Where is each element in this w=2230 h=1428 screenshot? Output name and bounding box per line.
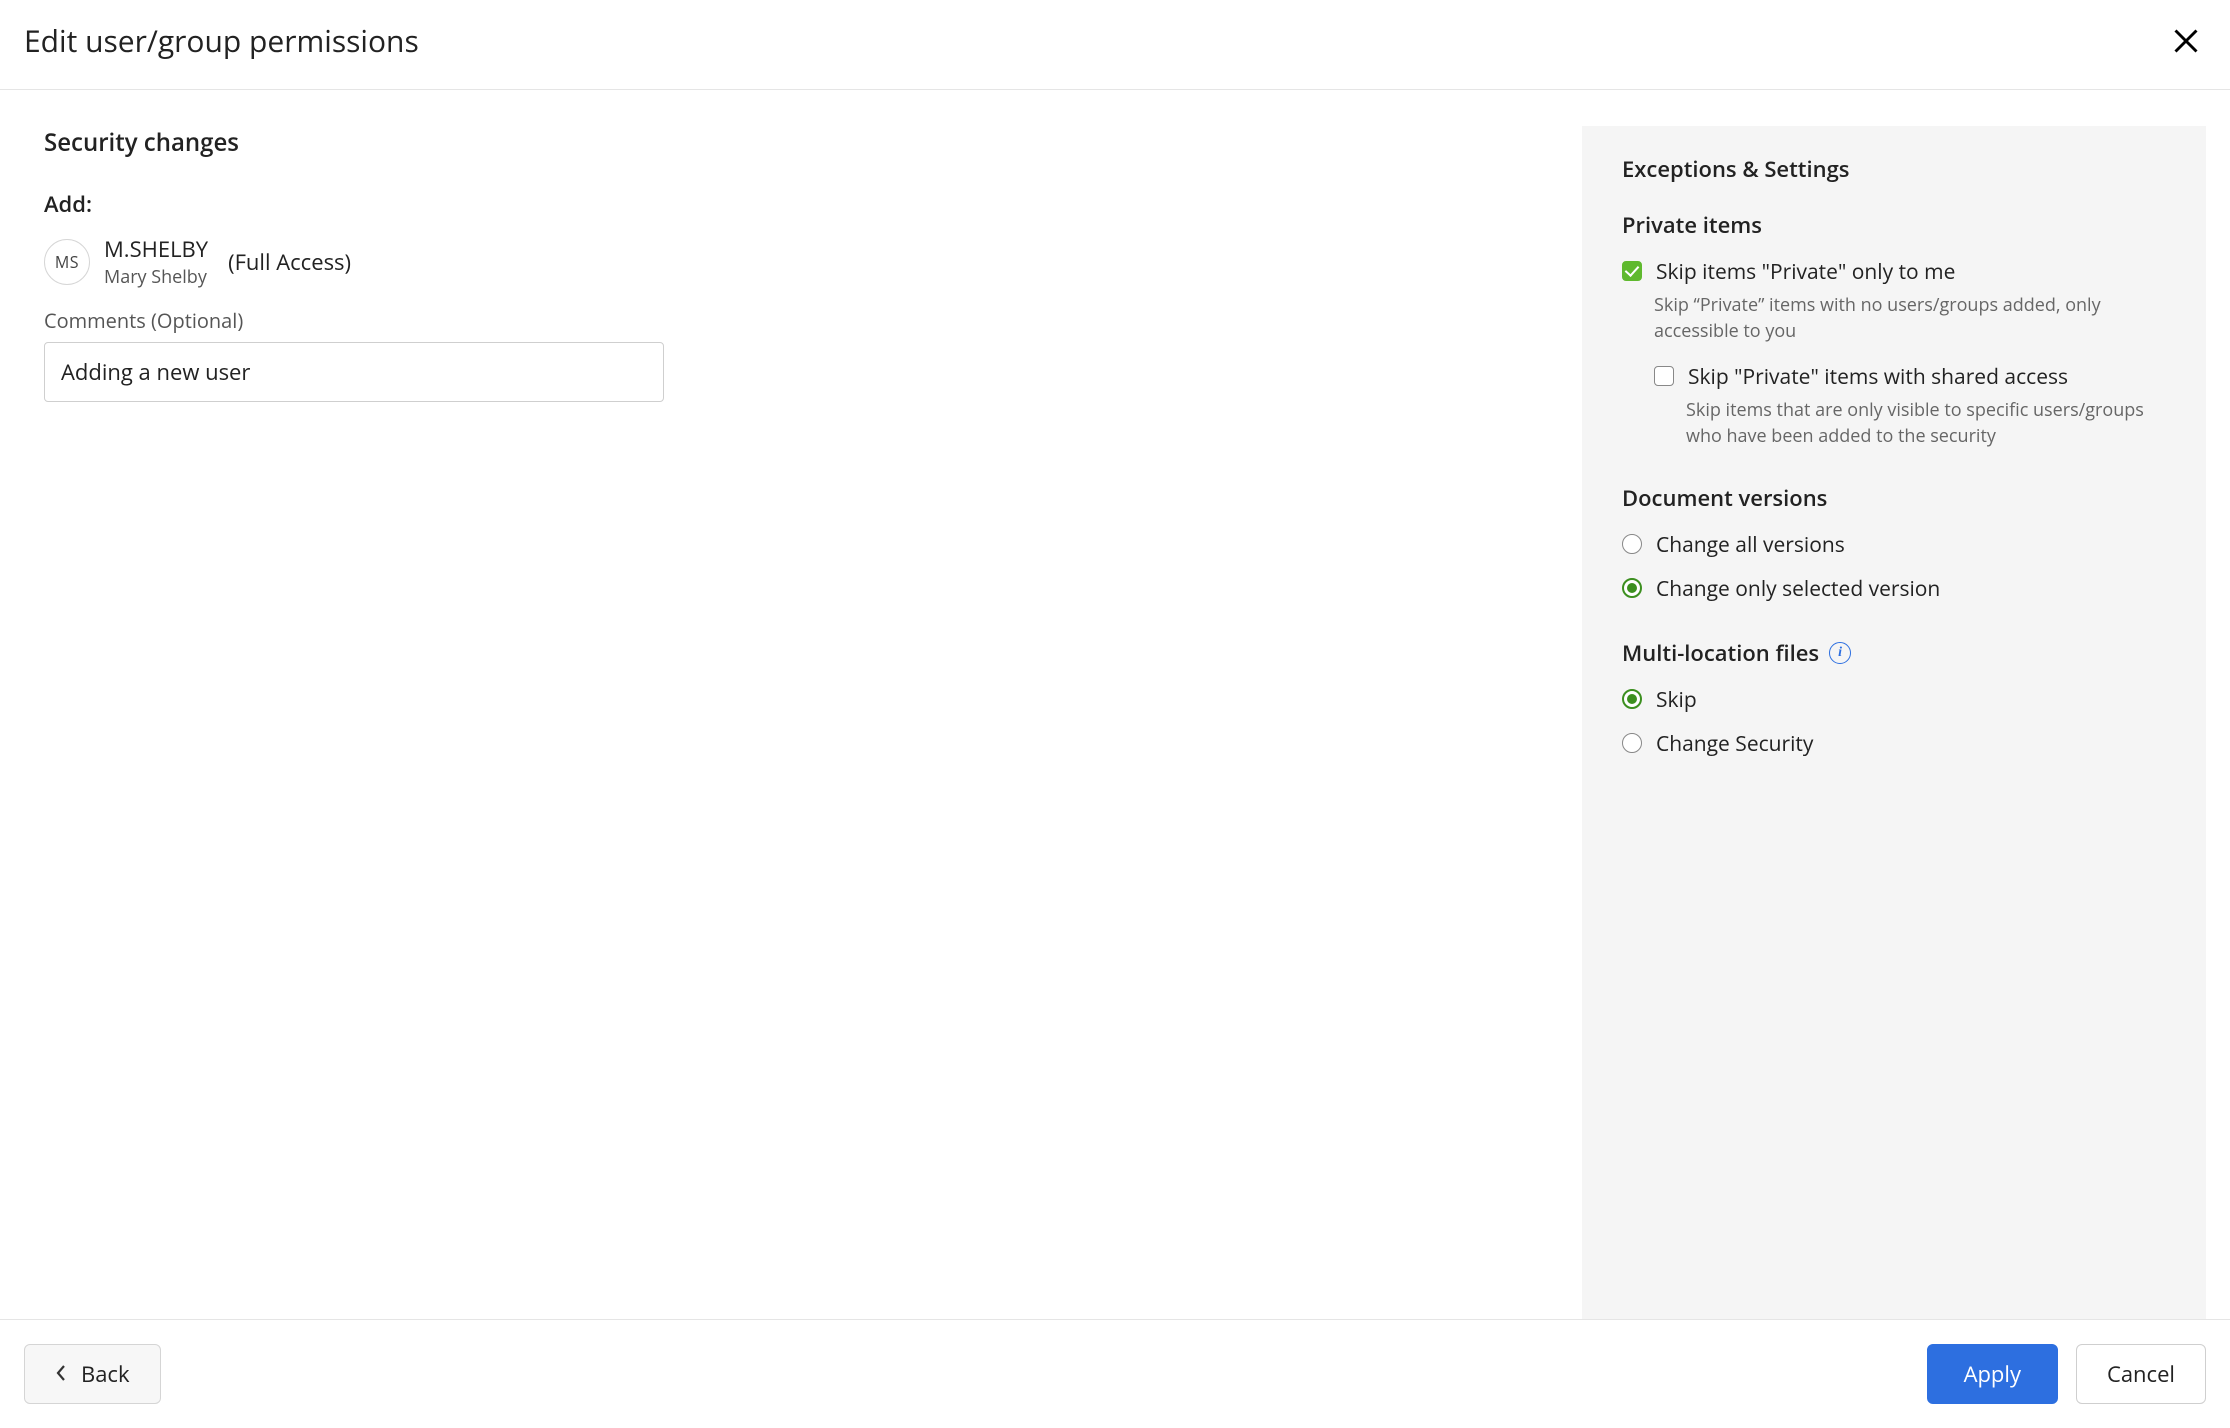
dialog-footer: Back Apply Cancel bbox=[0, 1319, 2230, 1428]
user-meta: M.SHELBY Mary Shelby bbox=[104, 235, 208, 289]
versions-selected-label: Change only selected version bbox=[1656, 575, 1940, 603]
apply-button[interactable]: Apply bbox=[1927, 1344, 2058, 1404]
skip-private-me-checkbox[interactable] bbox=[1622, 261, 1642, 281]
chevron-left-icon bbox=[55, 1359, 67, 1389]
user-row: MS M.SHELBY Mary Shelby (Full Access) bbox=[44, 235, 1534, 289]
back-button-label: Back bbox=[81, 1359, 130, 1389]
skip-private-shared-checkbox[interactable] bbox=[1654, 366, 1674, 386]
user-name: Mary Shelby bbox=[104, 265, 208, 289]
document-versions-heading: Document versions bbox=[1622, 483, 2166, 513]
exceptions-heading: Exceptions & Settings bbox=[1622, 154, 2166, 184]
multiloc-change-radio[interactable] bbox=[1622, 733, 1642, 753]
multiloc-skip-label: Skip bbox=[1656, 686, 1697, 714]
versions-selected-row: Change only selected version bbox=[1622, 575, 2166, 603]
security-heading: Security changes bbox=[44, 126, 1534, 159]
exceptions-panel: Exceptions & Settings Private items Skip… bbox=[1582, 126, 2206, 1319]
dialog-header: Edit user/group permissions bbox=[0, 0, 2230, 90]
versions-all-label: Change all versions bbox=[1656, 531, 1845, 559]
dialog-body: Security changes Add: MS M.SHELBY Mary S… bbox=[0, 90, 2230, 1319]
skip-private-me-desc: Skip “Private” items with no users/group… bbox=[1622, 292, 2166, 344]
multi-location-heading: Multi-location files bbox=[1622, 638, 1819, 668]
skip-private-shared-row: Skip "Private" items with shared access bbox=[1622, 363, 2166, 391]
access-level: (Full Access) bbox=[228, 247, 351, 277]
info-icon[interactable]: i bbox=[1829, 642, 1851, 664]
versions-selected-radio[interactable] bbox=[1622, 578, 1642, 598]
skip-private-shared-desc: Skip items that are only visible to spec… bbox=[1622, 397, 2166, 449]
security-changes-section: Security changes Add: MS M.SHELBY Mary S… bbox=[44, 126, 1534, 1319]
private-items-heading: Private items bbox=[1622, 210, 2166, 240]
comments-input[interactable] bbox=[44, 342, 664, 402]
skip-private-me-row: Skip items "Private" only to me bbox=[1622, 258, 2166, 286]
cancel-button[interactable]: Cancel bbox=[2076, 1344, 2206, 1404]
user-id: M.SHELBY bbox=[104, 235, 208, 265]
skip-private-shared-label: Skip "Private" items with shared access bbox=[1688, 363, 2068, 391]
skip-private-me-label: Skip items "Private" only to me bbox=[1656, 258, 1955, 286]
private-items-group: Private items Skip items "Private" only … bbox=[1622, 210, 2166, 449]
multi-location-heading-row: Multi-location files i bbox=[1622, 638, 2166, 668]
avatar: MS bbox=[44, 239, 90, 285]
back-button[interactable]: Back bbox=[24, 1344, 161, 1404]
dialog-title: Edit user/group permissions bbox=[24, 20, 419, 61]
versions-all-row: Change all versions bbox=[1622, 531, 2166, 559]
multi-location-group: Multi-location files i Skip Change Secur… bbox=[1622, 638, 2166, 759]
document-versions-group: Document versions Change all versions Ch… bbox=[1622, 483, 2166, 604]
multiloc-skip-radio[interactable] bbox=[1622, 689, 1642, 709]
edit-permissions-dialog: Edit user/group permissions Security cha… bbox=[0, 0, 2230, 1428]
multiloc-change-label: Change Security bbox=[1656, 730, 1813, 758]
close-button[interactable] bbox=[2166, 21, 2206, 61]
close-icon bbox=[2172, 27, 2200, 55]
comments-label: Comments (Optional) bbox=[44, 307, 1534, 334]
add-label: Add: bbox=[44, 189, 1534, 219]
footer-right: Apply Cancel bbox=[1927, 1344, 2206, 1404]
versions-all-radio[interactable] bbox=[1622, 534, 1642, 554]
multiloc-skip-row: Skip bbox=[1622, 686, 2166, 714]
multiloc-change-row: Change Security bbox=[1622, 730, 2166, 758]
